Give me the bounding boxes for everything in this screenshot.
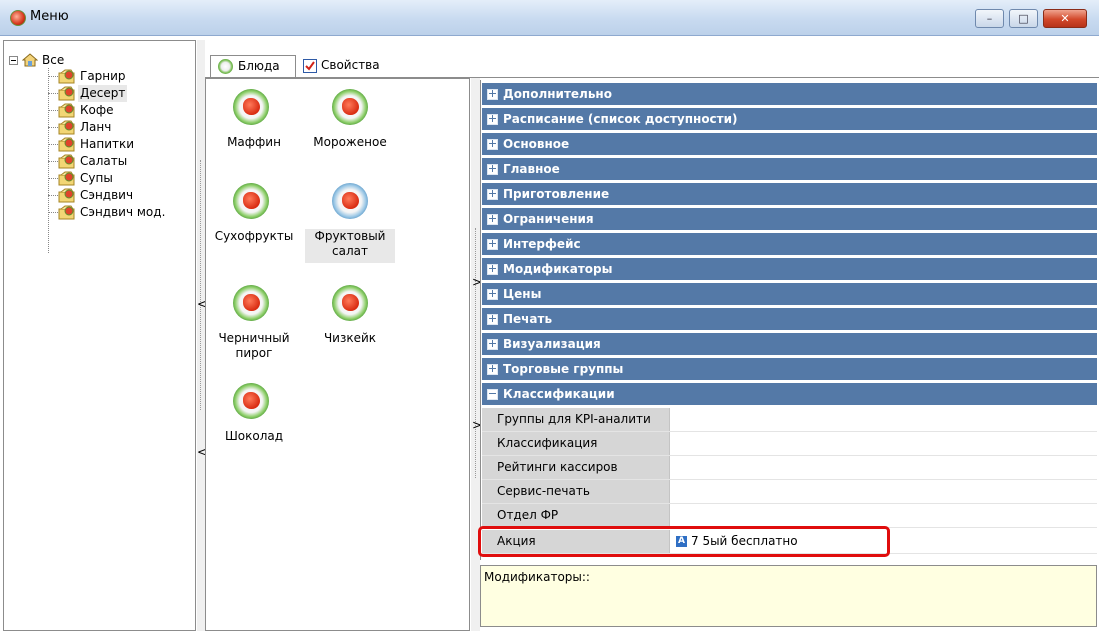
dish-icon xyxy=(233,285,269,321)
dish-icon xyxy=(332,89,368,125)
dish-icon xyxy=(332,285,368,321)
dish-icon xyxy=(218,59,233,74)
category-prigotovlenie[interactable]: Приготовление xyxy=(482,183,1097,207)
expand-icon[interactable] xyxy=(487,289,498,300)
left-splitter[interactable]: < < xyxy=(197,40,207,631)
category-vizualizatsiya[interactable]: Визуализация xyxy=(482,333,1097,357)
description-text: Модификаторы:: xyxy=(484,570,590,584)
property-row[interactable]: Классификация xyxy=(482,432,1097,456)
highlight-frame xyxy=(478,526,890,557)
dish-icon xyxy=(332,183,368,219)
minimize-icon: – xyxy=(986,12,993,25)
window-title: Меню xyxy=(30,9,69,24)
property-row[interactable]: Отдел ФР xyxy=(482,504,1097,528)
category-raspisanie[interactable]: Расписание (список доступности) xyxy=(482,108,1097,132)
tab-properties[interactable]: Свойства xyxy=(297,55,395,77)
collapse-toggle[interactable] xyxy=(9,56,18,65)
property-row[interactable]: Рейтинги кассиров xyxy=(482,456,1097,480)
category-tseny[interactable]: Цены xyxy=(482,283,1097,307)
expand-icon[interactable] xyxy=(487,89,498,100)
title-bar: Меню – □ ✕ xyxy=(0,0,1099,36)
dish-item[interactable]: Черничный пирог xyxy=(209,285,299,371)
expand-icon[interactable] xyxy=(487,339,498,350)
expand-icon[interactable] xyxy=(487,189,498,200)
dish-icon xyxy=(233,383,269,419)
close-icon: ✕ xyxy=(1060,12,1070,25)
category-dopolnitelno[interactable]: Дополнительно xyxy=(482,83,1097,107)
expand-icon[interactable] xyxy=(487,139,498,150)
category-osnovnoe[interactable]: Основное xyxy=(482,133,1097,157)
category-glavnoe[interactable]: Главное xyxy=(482,158,1097,182)
maximize-icon: □ xyxy=(1018,12,1029,25)
expand-icon[interactable] xyxy=(487,214,498,225)
folder-dish-icon xyxy=(58,154,76,169)
category-ogranicheniya[interactable]: Ограничения xyxy=(482,208,1097,232)
folder-dish-icon xyxy=(58,120,76,135)
category-pechat[interactable]: Печать xyxy=(482,308,1097,332)
expand-icon[interactable] xyxy=(487,239,498,250)
category-interfeys[interactable]: Интерфейс xyxy=(482,233,1097,257)
tree-root-label: Все xyxy=(42,53,65,67)
folder-dish-icon xyxy=(58,171,76,186)
dish-icon xyxy=(233,89,269,125)
expand-icon[interactable] xyxy=(487,364,498,375)
expand-icon[interactable] xyxy=(487,314,498,325)
category-torgovye-gruppy[interactable]: Торговые группы xyxy=(482,358,1097,382)
folder-dish-icon xyxy=(58,103,76,118)
maximize-button[interactable]: □ xyxy=(1009,9,1038,28)
dish-icon xyxy=(233,183,269,219)
tab-dishes[interactable]: Блюда xyxy=(210,55,296,78)
folder-dish-icon xyxy=(58,69,76,84)
dish-item[interactable]: Маффин xyxy=(209,89,299,159)
folder-dish-icon xyxy=(58,188,76,203)
minimize-button[interactable]: – xyxy=(975,9,1004,28)
close-button[interactable]: ✕ xyxy=(1043,9,1087,28)
folder-dish-icon xyxy=(58,205,76,220)
description-panel: Модификаторы:: xyxy=(480,565,1097,627)
property-row[interactable]: Сервис-печать xyxy=(482,480,1097,504)
checkbox-icon xyxy=(303,59,317,73)
category-tree: Все Гарнир Десерт Кофе Ланч Напитки Сала… xyxy=(3,40,196,631)
dish-item[interactable]: Сухофрукты xyxy=(209,183,299,253)
dish-item[interactable]: Чизкейк xyxy=(305,285,395,355)
dish-item[interactable]: Мороженое xyxy=(305,89,395,159)
property-row[interactable]: Группы для KPI-аналити xyxy=(482,408,1097,432)
folder-dish-icon xyxy=(58,86,76,101)
category-modifikatory[interactable]: Модификаторы xyxy=(482,258,1097,282)
dish-item[interactable]: Фруктовый салат xyxy=(305,183,395,269)
folder-dish-icon xyxy=(58,137,76,152)
dish-item[interactable]: Шоколад xyxy=(209,383,299,453)
dishes-panel: Маффин Мороженое Сухофрукты Фруктовый са… xyxy=(205,78,470,631)
app-icon xyxy=(10,10,26,26)
expand-icon[interactable] xyxy=(487,164,498,175)
expand-icon[interactable] xyxy=(487,264,498,275)
expand-icon[interactable] xyxy=(487,114,498,125)
collapse-icon[interactable] xyxy=(487,389,498,400)
home-icon xyxy=(21,53,39,67)
category-klassifikatsii[interactable]: Классификации xyxy=(482,383,1097,407)
